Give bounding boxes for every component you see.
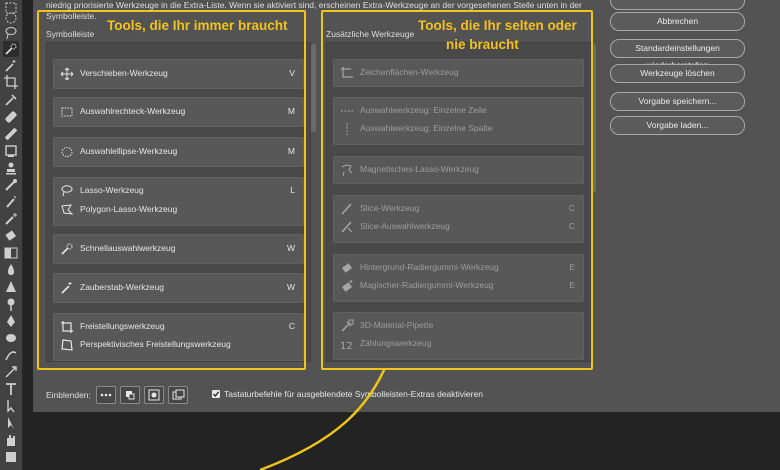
toolbar-clone-stamp-icon[interactable] [3, 143, 19, 159]
left-panel-scrollbar[interactable] [310, 42, 317, 360]
ok-button[interactable] [610, 0, 745, 10]
cancel-button[interactable]: Abbrechen [610, 12, 745, 31]
toolbar-art-brush-icon[interactable] [3, 194, 19, 210]
toolbar-smudge-icon[interactable] [3, 279, 19, 295]
toolbar-lasso-icon[interactable] [3, 25, 19, 41]
einblenden-label: Einblenden: [46, 390, 91, 400]
annotation-rarely-needed-line2: nie braucht [446, 37, 519, 52]
toolbar-healing-brush-icon[interactable] [3, 109, 19, 125]
show-more-button[interactable] [96, 386, 116, 404]
toolbar-curvature-pen-icon[interactable] [3, 347, 19, 363]
toolbar-path-selection-icon[interactable] [3, 398, 19, 414]
toolbar-dodge-icon[interactable] [3, 296, 19, 312]
toolbar-brush-icon[interactable] [3, 126, 19, 142]
toolbar-shape-icon[interactable] [3, 449, 19, 465]
toolbar-magic-wand-icon[interactable] [3, 58, 19, 74]
show-extras-bar: Einblenden: Tastaturbefehle für ausgeble… [46, 383, 586, 407]
highlight-frame-left [37, 10, 306, 370]
clear-tools-button[interactable]: Werkzeuge löschen [610, 64, 745, 83]
toolbar-text-icon[interactable] [3, 381, 19, 397]
save-preset-button[interactable]: Vorgabe speichern... [610, 92, 745, 111]
toolbar-pen-icon[interactable] [3, 313, 19, 329]
show-color-swatch-button[interactable] [120, 386, 140, 404]
left-scroll-thumb[interactable] [311, 44, 316, 132]
toolbar-gradient-icon[interactable] [3, 245, 19, 261]
load-preset-button[interactable]: Vorgabe laden... [610, 116, 745, 135]
disable-shortcuts-checkbox[interactable] [212, 390, 220, 398]
toolbar-quick-selection-icon[interactable] [3, 41, 19, 57]
toolbar-crop-icon[interactable] [3, 74, 19, 90]
toolbar-magic-brush-icon[interactable] [3, 211, 19, 227]
photoshop-toolbar [0, 0, 23, 470]
toolbar-anchor-icon[interactable] [3, 364, 19, 380]
toolbar-eyedropper-icon[interactable] [3, 92, 19, 108]
toolbar-eraser-icon[interactable] [3, 228, 19, 244]
toolbar-freeform-pen-icon[interactable] [3, 330, 19, 346]
show-screen-mode-button[interactable] [168, 386, 188, 404]
toolbar-stamp-icon[interactable] [3, 160, 19, 176]
highlight-frame-right [321, 10, 593, 370]
annotation-always-needed: Tools, die Ihr immer braucht [107, 18, 288, 33]
toolbar-direct-selection-icon[interactable] [3, 415, 19, 431]
annotation-rarely-needed-line1: Tools, die Ihr selten oder [418, 18, 577, 33]
restore-defaults-button[interactable]: Standardeinstellungen wiederherstellen [610, 39, 745, 70]
disable-shortcuts-label: Tastaturbefehle für ausgeblendete Symbol… [224, 389, 483, 399]
toolbar-history-brush-icon[interactable] [3, 177, 19, 193]
toolbar-blur-icon[interactable] [3, 262, 19, 278]
show-quick-mask-button[interactable] [144, 386, 164, 404]
toolbar-hand-icon[interactable] [3, 432, 19, 448]
toolbar-ellipse-icon[interactable] [3, 10, 19, 26]
